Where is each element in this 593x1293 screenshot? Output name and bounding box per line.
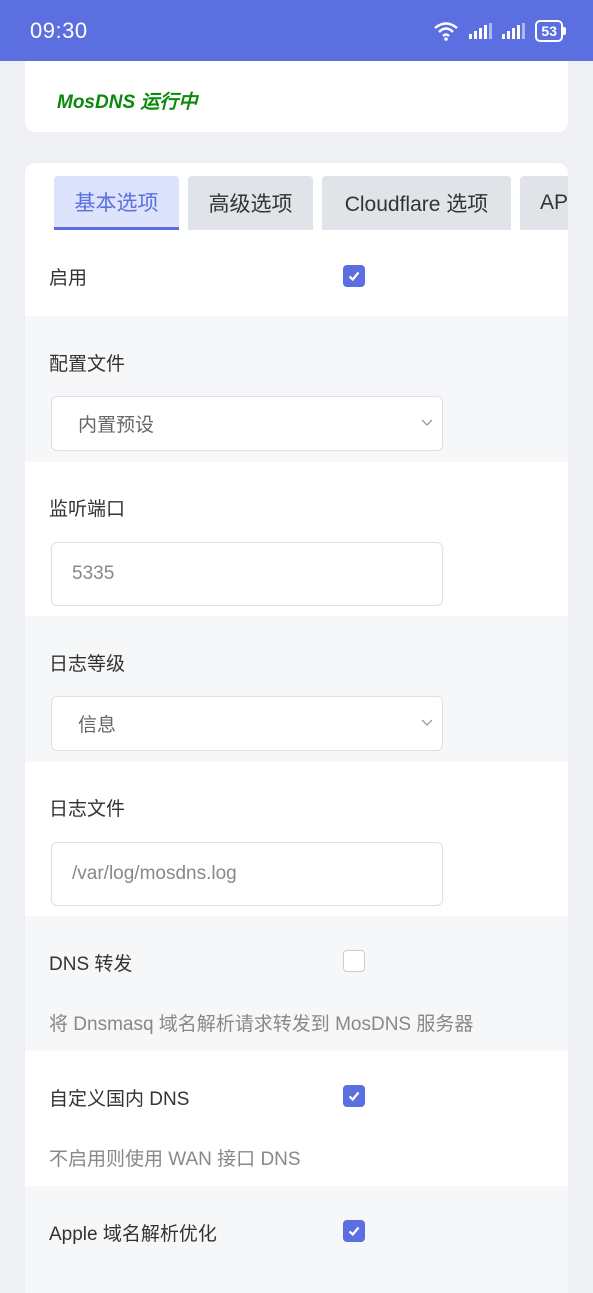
log-file-value: /var/log/mosdns.log [72,863,237,884]
clock: 09:30 [30,17,88,43]
enable-label: 启用 [49,268,88,289]
custom-dns-checkbox[interactable] [343,1085,365,1107]
check-icon [348,1226,360,1237]
custom-dns-description: 不启用则使用 WAN 接口 DNS [49,1149,301,1170]
chevron-down-icon [421,719,433,726]
chevron-down-icon [421,419,433,426]
log-level-label: 日志等级 [49,654,126,675]
apple-opt-checkbox[interactable] [343,1220,365,1242]
tab-advanced[interactable]: 高级选项 [188,176,313,230]
dns-forward-label: DNS 转发 [49,954,133,975]
tab-basic[interactable]: 基本选项 [54,176,179,230]
tab-api[interactable]: API [520,176,568,230]
log-level-value: 信息 [78,715,117,736]
row-config-file: 配置文件 内置预设 [25,316,568,462]
tab-bar: 基本选项 高级选项 Cloudflare 选项 API [25,176,568,232]
check-icon [348,271,360,282]
log-level-select[interactable]: 信息 [51,696,443,751]
row-dns-forward: DNS 转发 将 Dnsmasq 域名解析请求转发到 MosDNS 服务器 [25,916,568,1051]
dns-forward-checkbox[interactable] [343,950,365,972]
battery-icon: 53 [535,19,566,42]
settings-card: 基本选项 高级选项 Cloudflare 选项 API 启用 配置文件 内置预设… [25,163,568,1293]
check-icon [348,1091,360,1102]
dns-forward-description: 将 Dnsmasq 域名解析请求转发到 MosDNS 服务器 [49,1014,474,1035]
config-file-value: 内置预设 [78,415,155,436]
config-file-select[interactable]: 内置预设 [51,396,443,451]
config-file-label: 配置文件 [49,354,126,375]
wifi-icon [434,21,459,41]
tab-cloudflare[interactable]: Cloudflare 选项 [322,176,511,230]
apple-opt-label: Apple 域名解析优化 [49,1224,217,1245]
status-card: MosDNS 运行中 [25,61,568,132]
custom-dns-label: 自定义国内 DNS [49,1089,190,1110]
row-listen-port: 监听端口 5335 [25,462,568,616]
row-custom-dns: 自定义国内 DNS 不启用则使用 WAN 接口 DNS [25,1051,568,1186]
log-file-label: 日志文件 [49,799,126,820]
service-status: MosDNS 运行中 [57,92,198,113]
enable-checkbox[interactable] [343,265,365,287]
listen-port-label: 监听端口 [49,499,126,520]
row-apple-opt: Apple 域名解析优化 [25,1186,568,1293]
listen-port-input[interactable]: 5335 [51,542,443,606]
listen-port-placeholder: 5335 [72,563,115,584]
status-bar: 09:30 53 [0,0,593,61]
log-file-input[interactable]: /var/log/mosdns.log [51,842,443,906]
signal-icon-2 [502,22,526,39]
row-enable: 启用 [25,232,568,316]
row-log-file: 日志文件 /var/log/mosdns.log [25,762,568,916]
signal-icon [469,22,493,39]
row-log-level: 日志等级 信息 [25,616,568,762]
